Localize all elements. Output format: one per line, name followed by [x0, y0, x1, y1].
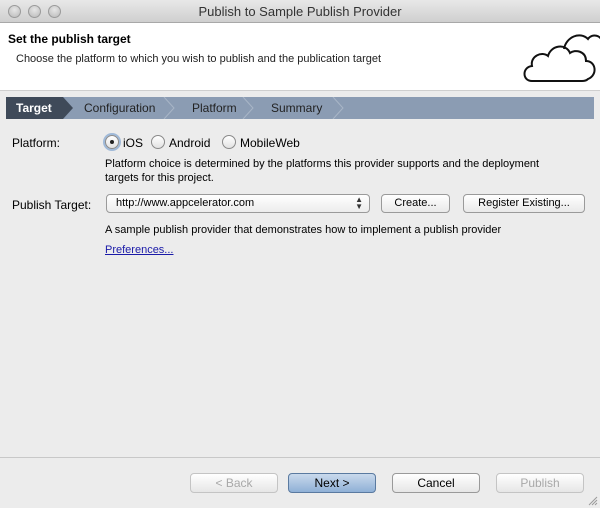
- page-description: Choose the platform to which you wish to…: [16, 53, 382, 65]
- preferences-link[interactable]: Preferences...: [105, 244, 173, 256]
- back-button[interactable]: < Back: [190, 473, 278, 493]
- wizard-header: Set the publish target Choose the platfo…: [0, 23, 600, 91]
- create-button[interactable]: Create...: [381, 194, 450, 213]
- radio-android-label[interactable]: Android: [169, 136, 210, 150]
- cloud-icon: [523, 34, 600, 82]
- step-summary: Summary: [271, 101, 323, 115]
- title-bar: Publish to Sample Publish Provider: [0, 0, 600, 23]
- platform-label: Platform:: [12, 136, 61, 150]
- cancel-button[interactable]: Cancel: [392, 473, 480, 493]
- page-title: Set the publish target: [8, 32, 131, 46]
- step-target: Target: [16, 101, 52, 115]
- wizard-steps: Target Configuration Platform Summary: [6, 97, 594, 119]
- publish-target-label: Publish Target:: [12, 198, 92, 212]
- next-button[interactable]: Next >: [288, 473, 376, 493]
- step-platform: Platform: [192, 101, 237, 115]
- step-configuration: Configuration: [84, 101, 156, 115]
- provider-description: A sample publish provider that demonstra…: [105, 224, 502, 236]
- radio-ios-label[interactable]: iOS: [123, 136, 143, 150]
- publish-target-value: http://www.appcelerator.com: [116, 197, 255, 209]
- radio-mobileweb-label[interactable]: MobileWeb: [240, 136, 300, 150]
- publish-target-select[interactable]: http://www.appcelerator.com ▲ ▼: [106, 194, 370, 213]
- radio-android[interactable]: [151, 135, 165, 149]
- publish-dialog: Publish to Sample Publish Provider Set t…: [0, 0, 600, 508]
- radio-ios[interactable]: [105, 135, 119, 149]
- register-existing-button[interactable]: Register Existing...: [463, 194, 585, 213]
- publish-button[interactable]: Publish: [496, 473, 584, 493]
- resize-grip-icon[interactable]: [586, 494, 598, 506]
- footer-divider: [0, 457, 600, 458]
- window-title: Publish to Sample Publish Provider: [198, 4, 402, 19]
- updown-arrows-icon: ▲ ▼: [355, 195, 363, 211]
- platform-note: Platform choice is determined by the pla…: [105, 158, 540, 184]
- radio-mobileweb[interactable]: [222, 135, 236, 149]
